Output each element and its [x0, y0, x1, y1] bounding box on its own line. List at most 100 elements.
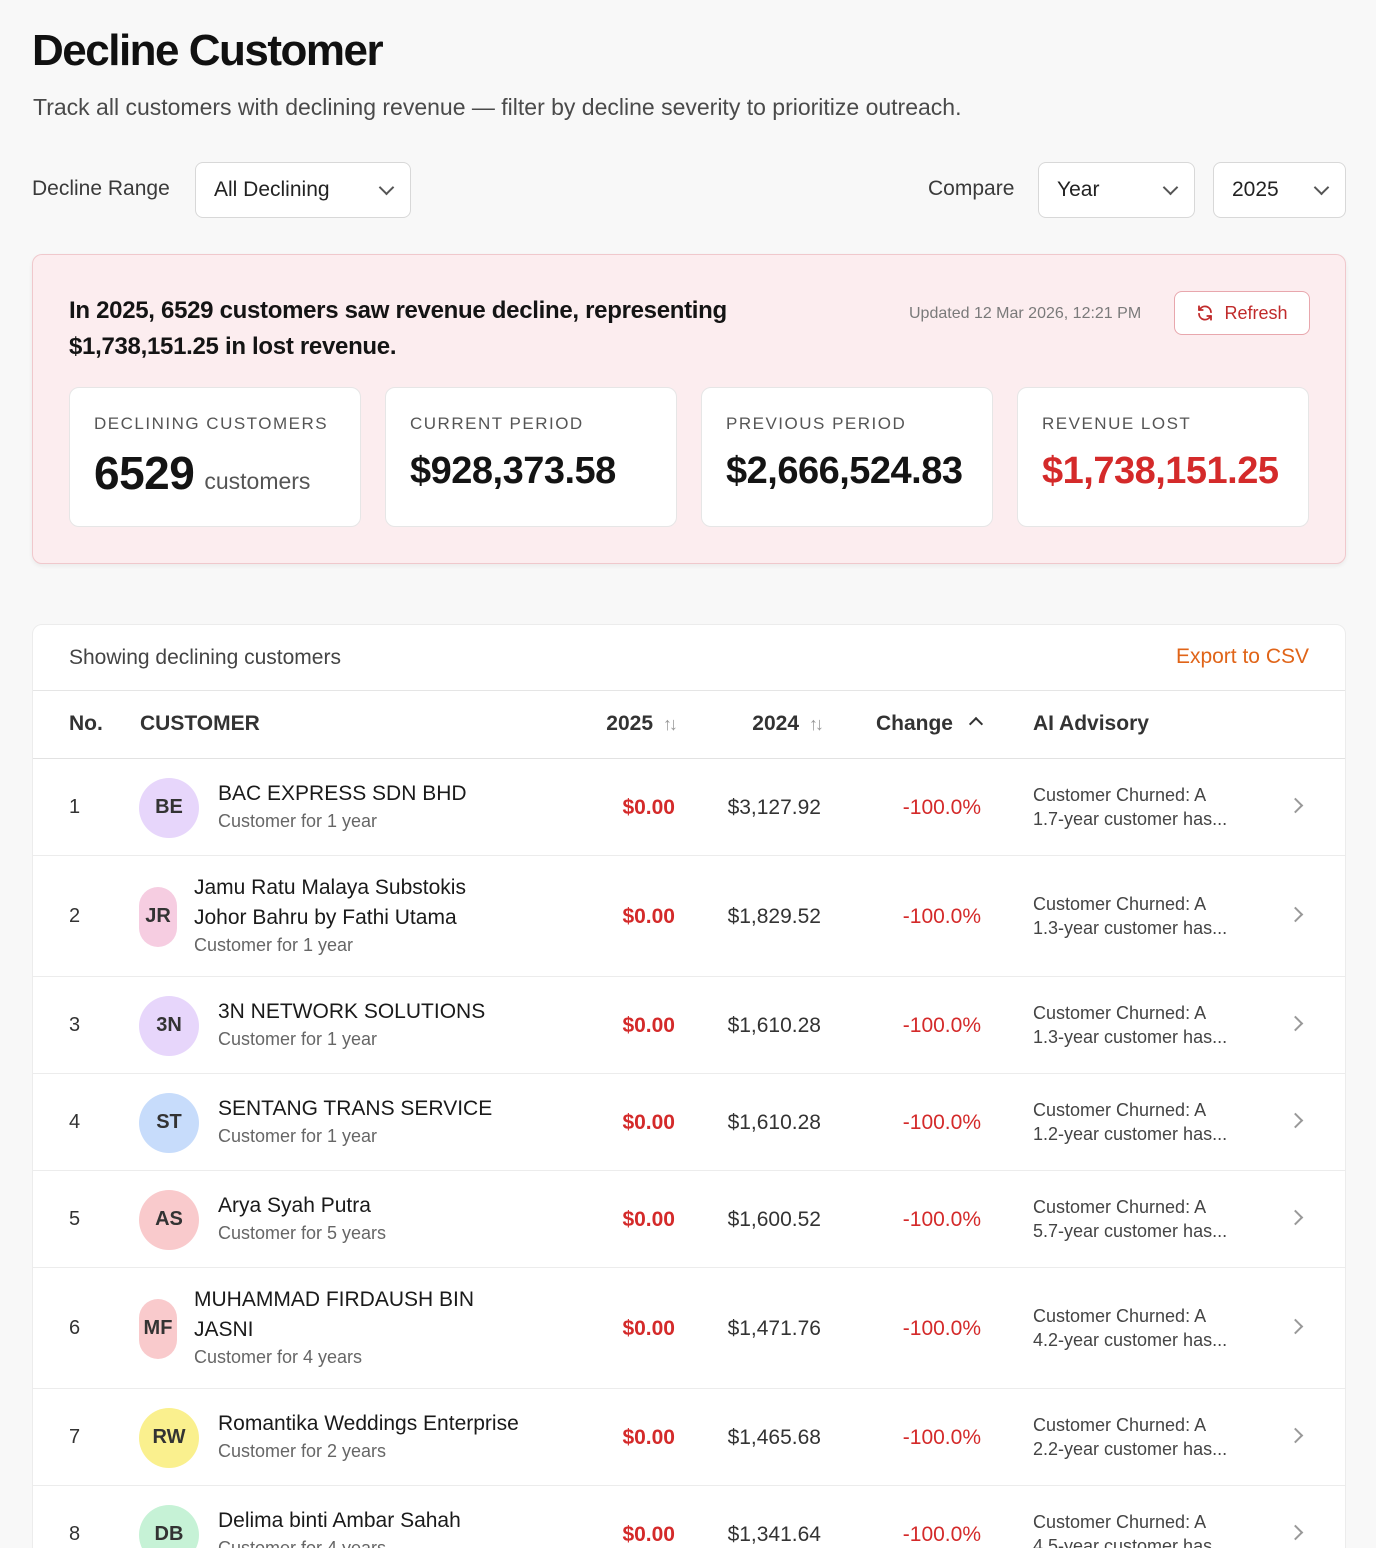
- previous-revenue: $1,465.68: [727, 1425, 821, 1449]
- stat-label: REVENUE LOST: [1042, 414, 1192, 433]
- ai-advisory-text: Customer Churned: A: [1033, 784, 1207, 805]
- customer-name: MUHAMMAD FIRDAUSH BIN: [194, 1288, 475, 1311]
- change-percent: -100.0%: [902, 1522, 981, 1546]
- compare-select[interactable]: Year: [1038, 162, 1195, 218]
- previous-revenue: $1,600.52: [727, 1207, 821, 1231]
- customer-name: JASNI: [194, 1318, 254, 1341]
- customer-name: 3N NETWORK SOLUTIONS: [218, 1000, 486, 1023]
- chevron-right-icon[interactable]: [1287, 1427, 1304, 1443]
- chevron-down-icon: [1162, 179, 1179, 195]
- export-csv-link[interactable]: Export to CSV: [1176, 645, 1309, 669]
- decline-range-label: Decline Range: [32, 177, 170, 200]
- stat-value: 6529 customers: [94, 446, 310, 500]
- ai-advisory-text: Customer Churned: A: [1033, 1099, 1207, 1120]
- ai-advisory-text: Customer Churned: A: [1033, 1414, 1207, 1435]
- previous-revenue: $1,610.28: [727, 1110, 821, 1134]
- ai-advisory-text: Customer Churned: A: [1033, 893, 1207, 914]
- chevron-down-icon: [378, 179, 395, 195]
- table-row[interactable]: 8 DB Delima binti Ambar Sahah Customer for …: [33, 1486, 1345, 1548]
- column-header-advisory: AI Advisory: [1033, 712, 1149, 735]
- customer-table-card: Showing declining customers Export to CS…: [32, 624, 1346, 1548]
- row-number: 2: [69, 904, 81, 927]
- chevron-right-icon[interactable]: [1287, 1524, 1304, 1540]
- change-percent: -100.0%: [902, 1425, 981, 1449]
- current-revenue: $0.00: [622, 1522, 675, 1546]
- compare-label: Compare: [928, 177, 1015, 200]
- stat-card-declining-customers: DECLINING CUSTOMERS 6529 customers: [69, 387, 361, 527]
- table-row[interactable]: 7 RW Romantika Weddings Enterprise Customer…: [33, 1389, 1345, 1486]
- table-row[interactable]: 3 3N 3N NETWORK SOLUTIONS Customer for 1 ye…: [33, 977, 1345, 1074]
- updated-timestamp: Updated 12 Mar 2026, 12:21 PM: [909, 305, 1142, 322]
- page-title: Decline Customer: [32, 26, 384, 75]
- customer-tenure: Customer for 1 year: [194, 935, 354, 955]
- decline-range-value: All Declining: [214, 178, 330, 201]
- table-toolbar: Showing declining customers Export to CS…: [33, 625, 1345, 691]
- current-revenue: $0.00: [622, 1013, 675, 1037]
- change-percent: -100.0%: [902, 795, 981, 819]
- avatar: AS: [139, 1189, 199, 1250]
- column-header-no: No.: [69, 712, 103, 735]
- table-row[interactable]: 5 AS Arya Syah Putra Customer for 5 years $0…: [33, 1171, 1345, 1268]
- chevron-right-icon[interactable]: [1287, 1209, 1304, 1225]
- previous-revenue: $1,471.76: [727, 1316, 821, 1340]
- change-percent: -100.0%: [902, 904, 981, 928]
- column-header-2025-label: 2025: [606, 712, 653, 735]
- row-number: 8: [69, 1522, 81, 1545]
- chevron-right-icon[interactable]: [1287, 906, 1304, 922]
- declining-count: 6529: [94, 447, 195, 499]
- stat-label: CURRENT PERIOD: [410, 414, 584, 433]
- row-number: 6: [69, 1316, 81, 1339]
- change-percent: -100.0%: [902, 1316, 981, 1340]
- sort-icon: ↑↓: [663, 714, 678, 734]
- table-body: 1 BE BAC EXPRESS SDN BHD Customer for 1 yea…: [33, 759, 1345, 1548]
- table-row[interactable]: 2 JR Jamu Ratu Malaya Substokis Johor Bahru…: [33, 856, 1345, 977]
- compare-value: Year: [1057, 178, 1100, 201]
- chevron-right-icon[interactable]: [1287, 1112, 1304, 1128]
- row-number: 3: [69, 1013, 81, 1036]
- customer-name: SENTANG TRANS SERVICE: [218, 1097, 493, 1120]
- column-header-change-label: Change: [875, 712, 953, 735]
- table-row[interactable]: 4 ST SENTANG TRANS SERVICE Customer for 1 y…: [33, 1074, 1345, 1171]
- ai-advisory-text: 1.3-year customer has...: [1033, 917, 1228, 938]
- year-value: 2025: [1232, 178, 1279, 201]
- showing-label: Showing declining customers: [69, 646, 341, 669]
- current-revenue: $0.00: [622, 904, 675, 928]
- current-revenue: $0.00: [622, 1316, 675, 1340]
- ai-advisory-text: 5.7-year customer has...: [1033, 1220, 1228, 1241]
- ai-advisory-text: 1.3-year customer has...: [1033, 1026, 1228, 1047]
- stat-label: DECLINING CUSTOMERS: [94, 414, 329, 433]
- column-header-2025[interactable]: 2025 ↑↓: [606, 712, 678, 736]
- chevron-down-icon: [1313, 179, 1330, 195]
- avatar: ST: [139, 1092, 199, 1153]
- ai-advisory-text: Customer Churned: A: [1033, 1511, 1207, 1532]
- current-revenue: $0.00: [622, 795, 675, 819]
- column-header-customer: CUSTOMER: [140, 712, 260, 735]
- stat-unit: customers: [204, 468, 311, 494]
- refresh-button[interactable]: Refresh: [1174, 291, 1310, 335]
- change-percent: -100.0%: [902, 1207, 981, 1231]
- current-revenue: $0.00: [622, 1207, 675, 1231]
- column-header-2024[interactable]: 2024 ↑↓: [752, 712, 824, 736]
- chevron-right-icon[interactable]: [1287, 1318, 1304, 1334]
- customer-tenure: Customer for 5 years: [218, 1223, 387, 1243]
- page-subtitle: Track all customers with declining reven…: [33, 94, 962, 120]
- customer-name: Jamu Ratu Malaya Substokis: [194, 876, 466, 899]
- column-header-2024-label: 2024: [752, 712, 799, 735]
- chevron-up-icon: [968, 716, 984, 732]
- summary-headline: In 2025, 6529 customers saw revenue decl…: [69, 297, 727, 360]
- column-header-change[interactable]: Change: [875, 712, 984, 736]
- chevron-right-icon[interactable]: [1287, 1015, 1304, 1031]
- stat-value: $2,666,524.83: [726, 450, 963, 492]
- stat-value: $1,738,151.25: [1042, 450, 1279, 492]
- chevron-right-icon[interactable]: [1287, 797, 1304, 813]
- row-number: 7: [69, 1425, 81, 1448]
- year-select[interactable]: 2025: [1213, 162, 1346, 218]
- change-percent: -100.0%: [902, 1013, 981, 1037]
- ai-advisory-text: Customer Churned: A: [1033, 1002, 1207, 1023]
- table-row[interactable]: 1 BE BAC EXPRESS SDN BHD Customer for 1 yea…: [33, 759, 1345, 856]
- customer-tenure: Customer for 1 year: [218, 1126, 378, 1146]
- row-number: 4: [69, 1110, 81, 1133]
- decline-range-select[interactable]: All Declining: [195, 162, 411, 218]
- table-row[interactable]: 6 MF MUHAMMAD FIRDAUSH BIN JASNI Customer fo…: [33, 1268, 1345, 1389]
- previous-revenue: $1,610.28: [727, 1013, 821, 1037]
